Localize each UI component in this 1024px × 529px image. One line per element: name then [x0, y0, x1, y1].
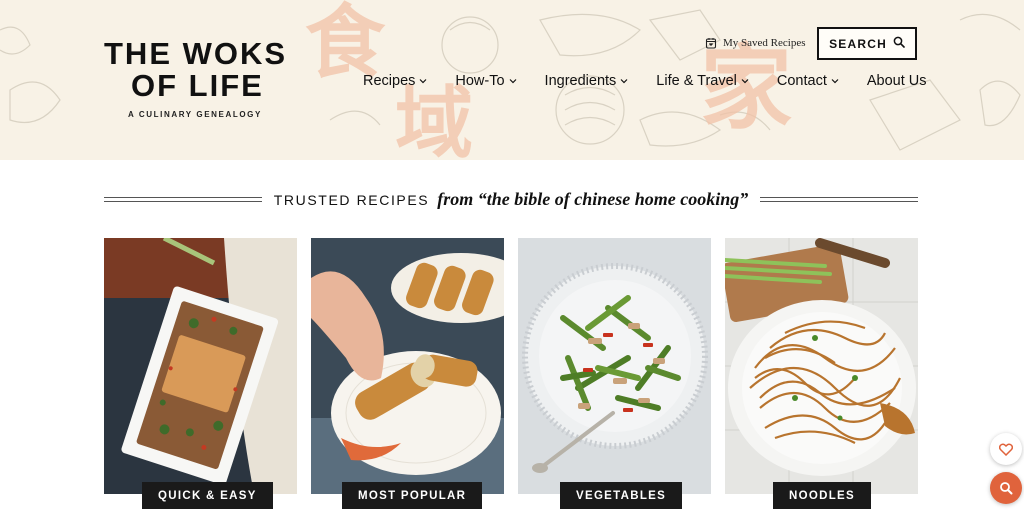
- trusted-recipes-tagline: from “the bible of chinese home cooking”: [437, 188, 749, 209]
- divider-left: [104, 196, 262, 202]
- category-label-noodles[interactable]: NOODLES: [773, 482, 871, 509]
- saved-recipes-icon: [705, 37, 717, 49]
- category-card-noodles[interactable]: [725, 238, 918, 494]
- search-button[interactable]: SEARCH: [817, 27, 917, 60]
- logo-title-line2: OF LIFE: [131, 68, 264, 103]
- chevron-down-icon: [741, 79, 749, 84]
- trusted-recipes-heading: TRUSTED RECIPES from “the bible of chine…: [104, 187, 919, 211]
- divider-right: [760, 196, 919, 202]
- nav-item-label: Contact: [776, 73, 827, 89]
- search-button-label: SEARCH: [829, 36, 887, 51]
- search-floating-button[interactable]: [990, 472, 1022, 504]
- nav-item-recipes[interactable]: Recipes: [363, 73, 427, 89]
- nav-item-label: Ingredients: [544, 73, 617, 89]
- noodles-photo: [725, 238, 918, 494]
- saved-recipes-label: My Saved Recipes: [723, 37, 806, 49]
- site-logo[interactable]: THE WOKS OF LIFE A CULINARY GENEALOGY: [104, 36, 304, 120]
- heart-icon: [999, 442, 1013, 456]
- vegetables-photo: [518, 238, 711, 494]
- favorite-floating-button[interactable]: [990, 433, 1022, 465]
- nav-item-label: Life & Travel: [656, 73, 737, 89]
- bg-character-2: 域: [395, 78, 473, 160]
- nav-item-label: How-To: [455, 73, 505, 89]
- main-nav: Recipes How-To Ingredients Life & Travel…: [363, 73, 927, 89]
- chevron-down-icon: [509, 79, 516, 84]
- category-card-quick-easy[interactable]: [104, 238, 297, 494]
- most-popular-photo: [311, 238, 504, 494]
- category-label-vegetables[interactable]: VEGETABLES: [560, 482, 683, 509]
- nav-item-contact[interactable]: Contact: [777, 73, 839, 89]
- logo-tagline: A CULINARY GENEALOGY: [128, 110, 262, 119]
- nav-item-label: About Us: [866, 73, 927, 89]
- chevron-down-icon: [620, 79, 628, 84]
- category-card-most-popular[interactable]: [311, 238, 504, 494]
- chevron-down-icon: [419, 79, 427, 84]
- category-cards: QUICK & EASY MOST POPULAR VEGETABLES NOO…: [104, 238, 918, 509]
- quick-easy-photo: [104, 238, 297, 494]
- site-header: 食 域 家 THE WOKS OF LIFE A CULINARY GENEAL…: [0, 0, 1024, 160]
- search-icon: [1000, 482, 1013, 495]
- category-label-quick-easy[interactable]: QUICK & EASY: [142, 482, 273, 509]
- saved-recipes-link[interactable]: My Saved Recipes: [705, 37, 805, 49]
- nav-item-life-travel[interactable]: Life & Travel: [656, 73, 749, 89]
- logo-title-line1: THE WOKS: [104, 36, 288, 71]
- nav-item-about-us[interactable]: About Us: [867, 73, 927, 89]
- category-card-vegetables[interactable]: [518, 238, 711, 494]
- chevron-down-icon: [831, 79, 839, 84]
- category-label-most-popular[interactable]: MOST POPULAR: [342, 482, 483, 509]
- trusted-recipes-text: TRUSTED RECIPES from “the bible of chine…: [262, 189, 760, 210]
- nav-item-how-to[interactable]: How-To: [455, 73, 516, 89]
- search-icon: [893, 36, 905, 51]
- trusted-recipes-caps: TRUSTED RECIPES: [273, 191, 430, 208]
- nav-item-ingredients[interactable]: Ingredients: [545, 73, 629, 89]
- nav-item-label: Recipes: [363, 73, 416, 89]
